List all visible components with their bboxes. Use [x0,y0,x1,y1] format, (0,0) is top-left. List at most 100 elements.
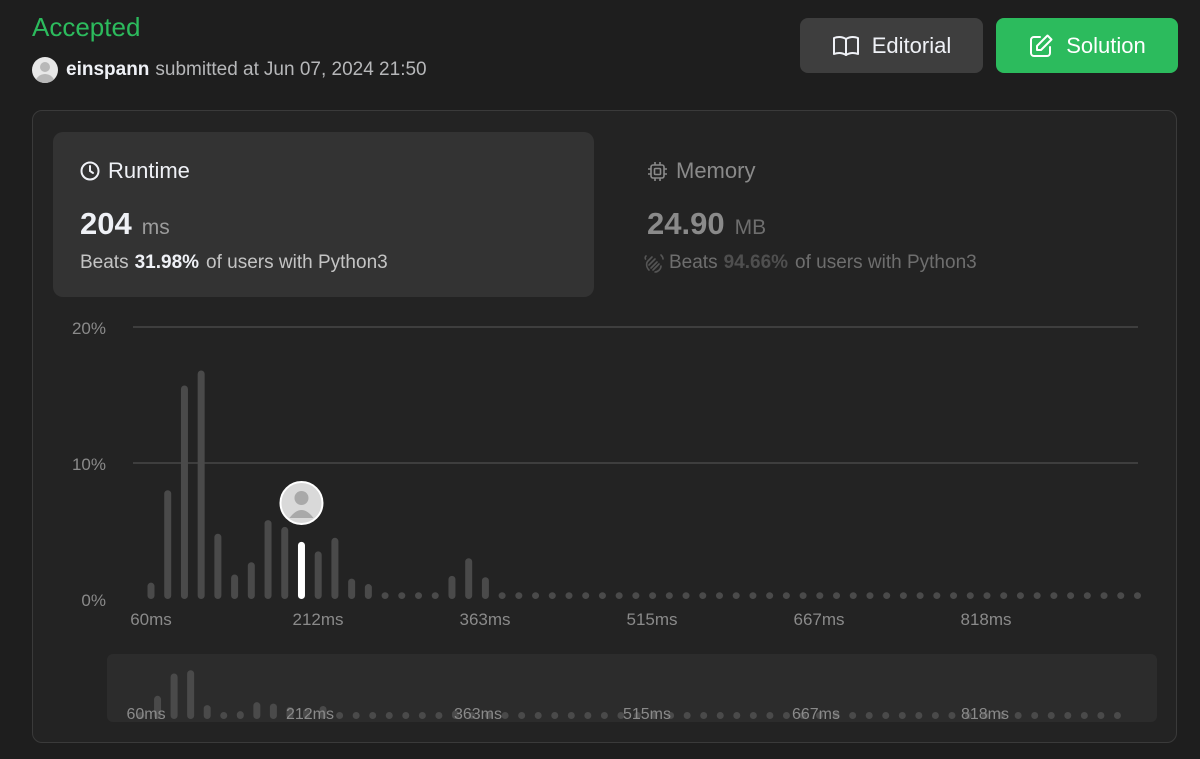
chart-bar[interactable] [799,592,807,599]
chart-bar[interactable] [548,592,556,599]
chart-bar[interactable] [866,592,874,599]
chart-bar[interactable] [1033,592,1041,599]
chart-bar[interactable] [899,592,907,599]
chart-bar[interactable] [264,520,272,599]
chart-bar[interactable] [749,592,757,599]
chart-bar[interactable] [816,592,824,599]
overview-bar [749,712,757,719]
chart-bar[interactable] [732,592,740,599]
y-tick-label: 0% [81,591,106,610]
chart-bar[interactable] [883,592,891,599]
chart-bar[interactable] [665,592,673,599]
chart-bar[interactable] [348,578,356,599]
chart-bar[interactable] [598,592,606,599]
chart-bar[interactable] [398,592,406,599]
chart-bar[interactable] [247,562,255,599]
overview-bar [882,712,890,719]
chart-bar[interactable] [715,592,723,599]
overview-bar [1080,712,1088,719]
chart-bar[interactable] [766,592,774,599]
chart-bar[interactable] [314,551,322,599]
overview-bar [716,712,724,719]
overview-bar [220,712,228,719]
chart-bar[interactable] [649,592,657,599]
chart-bar[interactable] [699,592,707,599]
overview-bar [551,712,559,719]
overview-bar [1047,712,1055,719]
chart-bar[interactable] [515,592,523,599]
chart-bar[interactable] [1133,592,1141,599]
y-tick-label: 10% [72,455,106,474]
x-tick-label: 212ms [292,610,343,629]
chart-bar[interactable] [682,592,690,599]
overview-bar [435,712,443,719]
overview-x-tick-label: 515ms [623,706,671,723]
overview-bar [849,712,857,719]
overview-bar [733,712,741,719]
chart-bar[interactable] [364,584,372,599]
runtime-distribution-chart: 20% 10% 0% 60ms 212ms 363ms 515ms 667ms 818ms 6… [72,319,1157,723]
overview-x-tick-label: 60ms [126,706,165,723]
overview-bar [1064,712,1072,719]
overview-bar [518,712,526,719]
chart-bar[interactable] [849,592,857,599]
overview-x-tick-label: 363ms [454,706,502,723]
chart-bar[interactable] [231,574,239,599]
chart-bar[interactable] [1067,592,1075,599]
x-tick-label: 363ms [459,610,510,629]
overview-bar [170,673,178,719]
chart-bar-current[interactable] [297,541,305,599]
chart-bar[interactable] [933,592,941,599]
chart-bar[interactable] [431,592,439,599]
overview-bar [567,712,575,719]
overview-bar [203,705,211,719]
chart-bar[interactable] [381,592,389,599]
chart-bar[interactable] [481,577,489,599]
chart-bar[interactable] [782,592,790,599]
chart-bar[interactable] [498,592,506,599]
chart-bar[interactable] [1050,592,1058,599]
overview-bar [931,712,939,719]
overview-bar [766,712,774,719]
chart-bar[interactable] [147,582,155,599]
chart-bar[interactable] [582,592,590,599]
overview-bar [782,712,790,719]
overview-bar [600,712,608,719]
chart-bar[interactable] [448,575,456,599]
chart-bar[interactable] [331,537,339,599]
chart-bar[interactable] [833,592,841,599]
chart-bar[interactable] [1117,592,1125,599]
chart-bar[interactable] [164,490,172,599]
chart-bar[interactable] [180,385,188,599]
overview-bar [369,712,377,719]
chart-bar[interactable] [465,558,473,599]
chart-bar[interactable] [1000,592,1008,599]
chart-bar[interactable] [415,592,423,599]
overview-bar [865,712,873,719]
chart-bar[interactable] [281,526,289,599]
overview-bar [253,702,261,719]
chart-bar[interactable] [916,592,924,599]
chart-bar[interactable] [1100,592,1108,599]
chart-bar[interactable] [983,592,991,599]
overview-bar [1031,712,1039,719]
overview-x-tick-label: 818ms [961,706,1009,723]
chart-bar[interactable] [950,592,958,599]
chart-bar[interactable] [197,370,205,599]
chart-bar[interactable] [615,592,623,599]
chart-bar[interactable] [1083,592,1091,599]
x-tick-label: 515ms [626,610,677,629]
chart-bar[interactable] [214,533,222,599]
overview-bar [898,712,906,719]
overview-bar [336,712,344,719]
overview-bar [1014,712,1022,719]
overview-bar [700,712,708,719]
chart-bar[interactable] [1016,592,1024,599]
chart-bar[interactable] [966,592,974,599]
chart-bar[interactable] [532,592,540,599]
chart-bar[interactable] [565,592,573,599]
chart-bar[interactable] [632,592,640,599]
overview-bar [1097,712,1105,719]
overview-x-tick-label: 667ms [792,706,840,723]
overview-bar [187,670,195,719]
